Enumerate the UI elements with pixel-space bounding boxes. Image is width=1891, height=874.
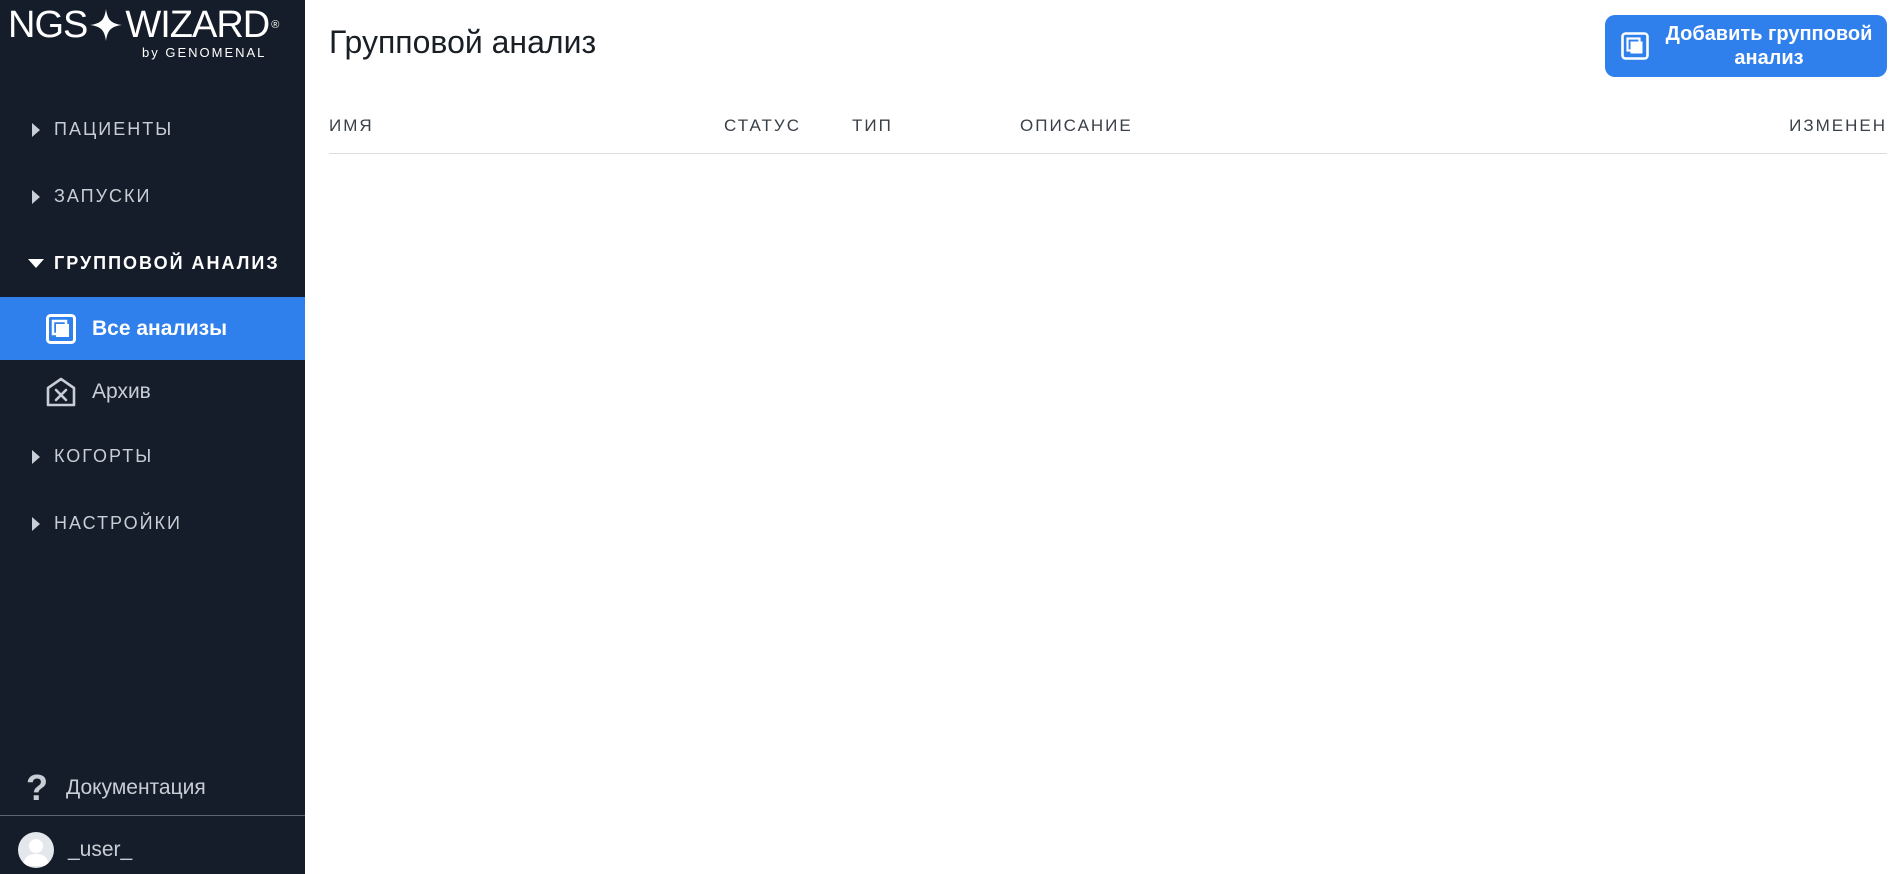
app-root: NGS WIZARD ® by GENOMENAL ПАЦИЕНТЫ ЗАПУС… (0, 0, 1891, 874)
logo-registered: ® (271, 19, 279, 31)
user-name: _user_ (68, 838, 133, 861)
sidebar-item-all-analyses[interactable]: Все анализы (0, 297, 305, 360)
column-header-name[interactable]: ИМЯ (329, 116, 374, 136)
question-icon: ? (26, 766, 48, 808)
logo-brand-right: WIZARD (125, 4, 270, 46)
column-header-description[interactable]: ОПИСАНИЕ (1020, 116, 1133, 136)
avatar-icon (18, 832, 54, 868)
column-header-type[interactable]: ТИП (852, 116, 893, 136)
sidebar-group-cohorts[interactable]: КОГОРТЫ (0, 423, 305, 490)
caret-right-icon (32, 122, 40, 137)
documentation-link[interactable]: ? Документация (0, 760, 305, 816)
documentation-label: Документация (66, 775, 206, 799)
sidebar-item-archive[interactable]: Архив (0, 360, 305, 423)
column-header-modified[interactable]: ИЗМЕНЕН (1789, 116, 1887, 136)
sidebar-group-patients[interactable]: ПАЦИЕНТЫ (0, 96, 305, 163)
sidebar-group-group-analysis[interactable]: ГРУППОВОЙ АНАЛИЗ (0, 230, 305, 297)
sidebar-group-label: НАСТРОЙКИ (54, 513, 182, 533)
sidebar-group-label: ГРУППОВОЙ АНАЛИЗ (54, 253, 280, 273)
sidebar-item-label: Все анализы (92, 316, 228, 340)
caret-down-icon (28, 259, 44, 268)
add-group-analysis-button[interactable]: Добавить групповой анализ (1605, 15, 1887, 77)
sidebar-group-label: КОГОРТЫ (54, 446, 154, 466)
logo-brand: NGS WIZARD ® (8, 4, 293, 46)
sidebar-item-label: Архив (92, 379, 151, 403)
column-header-status[interactable]: СТАТУС (724, 116, 801, 136)
star-icon (90, 9, 123, 41)
sidebar-group-settings[interactable]: НАСТРОЙКИ (0, 490, 305, 557)
user-menu[interactable]: _user_ (0, 826, 305, 874)
archive-icon (46, 377, 76, 407)
sidebar-nav: ПАЦИЕНТЫ ЗАПУСКИ ГРУППОВОЙ АНАЛИЗ Все ан… (0, 96, 305, 557)
sidebar-group-runs[interactable]: ЗАПУСКИ (0, 163, 305, 230)
copy-icon (46, 313, 76, 344)
caret-right-icon (32, 516, 40, 531)
page-title: Групповой анализ (329, 24, 597, 60)
main-content: Групповой анализ Добавить групповой анал… (305, 0, 1891, 874)
copy-icon (1621, 32, 1649, 60)
caret-right-icon (32, 189, 40, 204)
logo[interactable]: NGS WIZARD ® by GENOMENAL (8, 4, 293, 64)
add-group-analysis-label: Добавить групповой анализ (1665, 23, 1873, 69)
logo-byline: by GENOMENAL (142, 45, 267, 60)
logo-brand-left: NGS (8, 4, 88, 46)
sidebar: NGS WIZARD ® by GENOMENAL ПАЦИЕНТЫ ЗАПУС… (0, 0, 305, 874)
sidebar-group-label: ПАЦИЕНТЫ (54, 119, 174, 139)
table-header: ИМЯ СТАТУС ТИП ОПИСАНИЕ ИЗМЕНЕН (329, 104, 1887, 154)
caret-right-icon (32, 449, 40, 464)
sidebar-group-label: ЗАПУСКИ (54, 186, 152, 206)
